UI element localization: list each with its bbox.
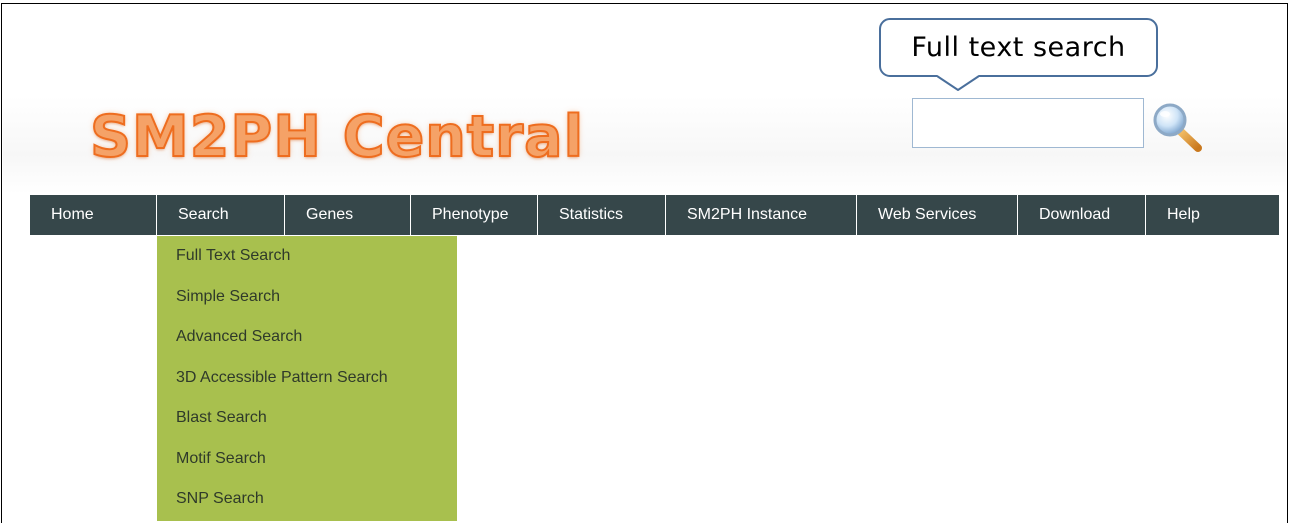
nav-item-phenotype[interactable]: Phenotype	[411, 195, 538, 235]
nav-item-help[interactable]: Help	[1146, 195, 1279, 235]
full-text-search-callout: Full text search	[879, 18, 1158, 77]
nav-item-sm2ph-instance[interactable]: SM2PH Instance	[666, 195, 857, 235]
site-logo[interactable]: SM2PH Central	[89, 103, 584, 184]
main-nav: Home Search Genes Phenotype Statistics S…	[30, 195, 1279, 235]
callout-tail	[937, 75, 979, 91]
nav-item-statistics[interactable]: Statistics	[538, 195, 666, 235]
nav-item-home[interactable]: Home	[30, 195, 157, 235]
menu-item-simple-search[interactable]: Simple Search	[157, 277, 457, 318]
callout-label: Full text search	[911, 32, 1126, 63]
nav-item-search[interactable]: Search	[157, 195, 285, 235]
menu-item-blast-search[interactable]: Blast Search	[157, 398, 457, 439]
nav-item-web-services[interactable]: Web Services	[857, 195, 1018, 235]
search-input[interactable]	[912, 98, 1144, 148]
nav-item-genes[interactable]: Genes	[285, 195, 411, 235]
menu-item-motif-search[interactable]: Motif Search	[157, 439, 457, 480]
nav-item-download[interactable]: Download	[1018, 195, 1146, 235]
menu-item-snp-search[interactable]: SNP Search	[157, 479, 457, 520]
search-dropdown-menu: Full Text Search Simple Search Advanced …	[157, 236, 457, 521]
search-button[interactable]	[1150, 101, 1206, 153]
magnifier-icon	[1153, 103, 1202, 152]
menu-item-full-text-search[interactable]: Full Text Search	[157, 236, 457, 277]
menu-item-advanced-search[interactable]: Advanced Search	[157, 317, 457, 358]
menu-item-3d-accessible-pattern-search[interactable]: 3D Accessible Pattern Search	[157, 358, 457, 399]
